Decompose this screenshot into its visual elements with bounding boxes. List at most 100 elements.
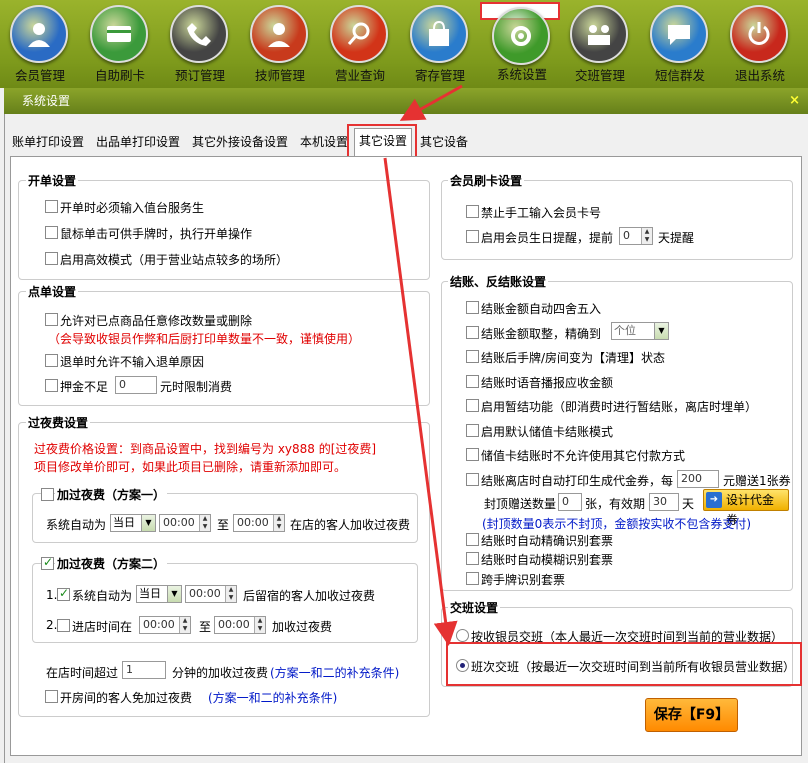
toolbar-label: 系统设置	[496, 67, 547, 82]
chevron-down-icon: ▼	[654, 323, 668, 339]
sms-icon	[650, 5, 708, 63]
toolbar-button-card[interactable]: 自助刷卡	[80, 2, 160, 86]
card-check-manual[interactable]	[466, 205, 479, 218]
checkout-label-1: 结账金额自动四舍五入	[481, 302, 602, 316]
design-coupon-button[interactable]: ➜ 设计代金券	[703, 489, 789, 527]
order-check-modify[interactable]	[45, 313, 58, 326]
shift-radio-cashier[interactable]	[456, 629, 469, 642]
open-check-1[interactable]	[45, 200, 58, 213]
toolbar-label: 寄存管理	[414, 68, 465, 83]
toolbar-button-handover[interactable]: 交班管理	[560, 2, 640, 86]
overnight-note-1: 过夜费价格设置：到商品设置中，找到编号为 xy888 的[过夜费]	[34, 442, 377, 456]
plan1-day-select[interactable]: 当日 ▼	[110, 514, 156, 532]
checkout-check-1[interactable]	[466, 301, 479, 314]
open-check-2[interactable]	[45, 226, 58, 239]
checkout-check-8[interactable]	[466, 473, 479, 486]
toolbar-button-phone[interactable]: 预订管理	[160, 2, 240, 86]
toolbar-button-technician[interactable]: 技师管理	[240, 2, 320, 86]
overnight-note-2: 项目修改单价即可，如果此项目已删除，请重新添加即可。	[34, 460, 347, 474]
toolbar-button-sms[interactable]: 短信群发	[640, 2, 720, 86]
toolbar-button-power[interactable]: 退出系统	[720, 2, 800, 86]
member-icon	[10, 5, 68, 63]
tab-local-settings[interactable]: 本机设置	[296, 130, 352, 154]
design-icon: ➜	[706, 492, 722, 508]
open-check-3[interactable]	[45, 252, 58, 265]
tab-product-print[interactable]: 出品单打印设置	[92, 130, 184, 154]
toolbar-button-gear[interactable]: 系统设置	[480, 2, 560, 82]
stay-minutes-input[interactable]: 1	[122, 661, 166, 679]
checkout-label-7: 储值卡结账时不允许使用其它付款方式	[481, 449, 686, 463]
dialog-titlebar: 系统设置 ×	[4, 88, 808, 114]
open-label-2: 鼠标单击可供手牌时，执行开单操作	[60, 227, 253, 241]
card-icon	[90, 5, 148, 63]
technician-icon	[250, 5, 308, 63]
birthday-days-input[interactable]: 0 ▲ ▼	[619, 227, 653, 245]
plan1-check[interactable]	[41, 488, 54, 501]
plan2-time-1-value: 00:00	[189, 587, 221, 600]
checkout-check-6[interactable]	[466, 424, 479, 437]
valid-days-input[interactable]: 30	[649, 493, 679, 511]
cap-input[interactable]: 0	[558, 493, 582, 511]
ticket-check-2[interactable]	[466, 552, 479, 565]
plan2-time-3[interactable]: 00:00 ▲ ▼	[214, 616, 266, 634]
toolbar-button-search[interactable]: 营业查询	[320, 2, 400, 86]
open-label-3: 启用高效模式（用于营业站点较多的场所）	[60, 253, 289, 267]
checkout-check-4[interactable]	[466, 375, 479, 388]
coupon-every-input[interactable]: 200	[677, 470, 719, 488]
card-label-manual: 禁止手工输入会员卡号	[481, 206, 602, 220]
ticket-check-1[interactable]	[466, 533, 479, 546]
plan2-check-auto[interactable]	[57, 586, 70, 601]
room-check[interactable]	[45, 690, 58, 703]
precision-select[interactable]: 个位 ▼	[611, 322, 669, 340]
plan2-day-select[interactable]: 当日 ▼	[136, 585, 182, 603]
order-check-refund[interactable]	[45, 354, 58, 367]
checkout-check-5[interactable]	[466, 399, 479, 412]
tab-highlight-box	[347, 124, 417, 159]
card-check-birthday[interactable]	[466, 230, 479, 243]
toolbar-button-bag[interactable]: 寄存管理	[400, 2, 480, 86]
spinner-icon[interactable]: ▲ ▼	[273, 515, 284, 531]
search-icon	[330, 5, 388, 63]
shift-legend: 交班设置	[448, 599, 501, 616]
plan2-time-2[interactable]: 00:00 ▲ ▼	[139, 616, 191, 634]
plan2-label-a: 系统自动为	[72, 589, 133, 603]
save-button[interactable]: 保存【F9】	[645, 698, 738, 732]
plan1-label-a: 系统自动为	[46, 518, 107, 532]
checkout-check-3[interactable]	[466, 350, 479, 363]
ticket-label-1: 结账时自动精确识别套票	[481, 534, 614, 548]
plan1-time-start-value: 00:00	[163, 516, 195, 529]
checkout-check-2[interactable]	[466, 326, 479, 339]
spinner-icon[interactable]: ▲ ▼	[641, 228, 652, 244]
coupon-label-b: 元赠送1张券	[723, 474, 791, 488]
close-icon[interactable]: ×	[789, 88, 800, 114]
spinner-icon[interactable]: ▲ ▼	[254, 617, 265, 633]
plan2-check[interactable]	[41, 555, 54, 570]
ticket-check-3[interactable]	[466, 572, 479, 585]
tab-bill-print[interactable]: 账单打印设置	[8, 130, 88, 154]
checkout-label-5: 启用暂结功能（即消费时进行暂结账，离店时埋单）	[481, 400, 758, 414]
plan1-time-start[interactable]: 00:00 ▲ ▼	[159, 514, 211, 532]
ticket-label-2: 结账时自动模糊识别套票	[481, 553, 614, 567]
plan2-time-3-value: 00:00	[218, 618, 250, 631]
power-icon	[730, 5, 788, 63]
card-label-days: 天提醒	[658, 231, 695, 245]
tab-other-devices[interactable]: 其它设备	[416, 130, 472, 154]
order-settings-legend: 点单设置	[26, 283, 79, 300]
order-check-deposit[interactable]	[45, 379, 58, 392]
stay-label-b: 分钟的加收过夜费	[172, 666, 269, 680]
deposit-input[interactable]: 0	[115, 376, 157, 394]
open-label-1: 开单时必须输入值台服务生	[60, 201, 205, 215]
tab-external-devices[interactable]: 其它外接设备设置	[188, 130, 292, 154]
plan2-time-1[interactable]: 00:00 ▲ ▼	[185, 585, 237, 603]
plan1-time-end[interactable]: 00:00 ▲ ▼	[233, 514, 285, 532]
checkout-check-7[interactable]	[466, 448, 479, 461]
plan2-check-entry[interactable]	[57, 619, 70, 632]
spinner-icon[interactable]: ▲ ▼	[179, 617, 190, 633]
plan2-num-1: 1.	[46, 588, 58, 602]
spinner-icon[interactable]: ▲ ▼	[225, 586, 236, 602]
toolbar-label: 预订管理	[174, 68, 225, 83]
room-note: (方案一和二的补充条件)	[208, 691, 338, 705]
spinner-icon[interactable]: ▲ ▼	[199, 515, 210, 531]
toolbar-button-member[interactable]: 会员管理	[0, 2, 80, 86]
main-toolbar: 会员管理 自助刷卡 预订管理 技师管理 营业查询 寄存管理 系统设置 交班管理 短信群发 退出系统	[0, 0, 808, 88]
